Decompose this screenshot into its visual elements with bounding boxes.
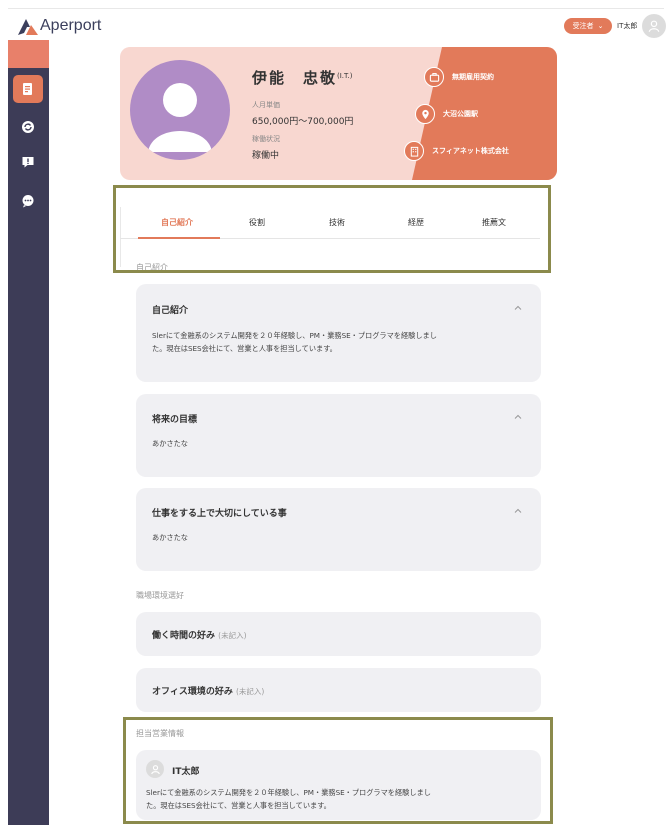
accordion-body: Slerにて金融系のシステム開発を２０年経験し、PM・業務SE・プログラマを経験… [152,329,532,355]
user-avatar[interactable] [642,14,666,38]
profile-avatar [130,60,230,160]
highlight-frame-tabs [113,185,551,273]
top-bar: Aperport 受注者 ⌄ IT太郎 [8,8,666,40]
person-silhouette-icon [148,83,212,152]
building-icon [404,141,424,161]
body-line: た。現在はSES会社にて、営業と人事を担当しています。 [152,344,337,353]
sidebar-top-block [8,40,49,68]
accordion-self-intro[interactable]: 自己紹介 Slerにて金融系のシステム開発を２０年経験し、PM・業務SE・プログ… [136,284,541,382]
unfilled-note: (未記入) [235,687,265,696]
company-name: スフィアネット株式会社 [432,147,509,155]
body-line: Slerにて金融系のシステム開発を２０年経験し、PM・業務SE・プログラマを経験… [152,331,437,340]
user-name: IT太郎 [617,22,638,30]
accordion-future-goal[interactable]: 将来の目標 あかさたな [136,394,541,477]
message-icon [22,195,34,208]
contract-info: 無期雇用契約 [424,67,494,87]
unit-price-value: 650,000円〜700,000円 [252,117,354,127]
chevron-up-icon[interactable] [513,412,523,422]
role-dropdown[interactable]: 受注者 ⌄ [564,18,612,34]
chevron-up-icon[interactable] [513,506,523,516]
nearest-station: 大沼公園駅 [443,110,478,118]
app-name: Aperport [40,17,102,34]
main-content: 伊能 忠敬 (I.T.) 人月単価 650,000円〜700,000円 稼働状況… [120,40,557,825]
status-value: 稼働中 [252,151,280,161]
chevron-down-icon: ⌄ [597,22,604,30]
sidebar-item-messages[interactable] [13,187,43,215]
unit-price-label: 人月単価 [252,101,280,109]
highlight-frame-sales [123,717,553,824]
pref-title: オフィス環境の好み (未記入) [152,684,264,697]
chevron-up-icon[interactable] [513,303,523,313]
profile-card: 伊能 忠敬 (I.T.) 人月単価 650,000円〜700,000円 稼働状況… [120,47,557,180]
station-info: 大沼公園駅 [415,104,478,124]
pref-title-text: 働く時間の好み [152,631,216,641]
accordion-title: 自己紹介 [152,306,189,316]
section-title-workplace: 職場環境選好 [136,591,184,600]
pref-office-environment[interactable]: オフィス環境の好み (未記入) [136,668,541,712]
briefcase-icon [424,67,444,87]
app-logo[interactable]: Aperport [18,17,101,35]
pref-working-hours[interactable]: 働く時間の好み (未記入) [136,612,541,656]
user-icon [648,20,660,32]
accordion-work-values[interactable]: 仕事をする上で大切にしている事 あかさたな [136,488,541,571]
company-info: スフィアネット株式会社 [404,141,509,161]
accordion-body: あかさたな [152,533,188,542]
accordion-title: 仕事をする上で大切にしている事 [152,509,287,519]
sidebar-item-sync[interactable] [13,113,43,141]
location-pin-icon [415,104,435,124]
sidebar-item-alerts[interactable] [13,148,43,176]
sidebar-item-documents[interactable] [13,75,43,103]
status-label: 稼働状況 [252,135,280,143]
document-icon [23,83,32,95]
role-label: 受注者 [572,22,594,30]
sidebar [8,40,49,825]
pref-title-text: オフィス環境の好み [152,687,233,697]
accordion-body: あかさたな [152,439,188,448]
profile-name: 伊能 忠敬 [252,69,338,87]
unfilled-note: (未記入) [218,631,247,640]
chat-alert-icon [22,157,34,168]
accordion-title: 将来の目標 [152,415,198,425]
aperport-logo-icon [18,19,38,35]
contract-type: 無期雇用契約 [452,73,494,81]
profile-initials: (I.T.) [337,72,353,80]
pref-title: 働く時間の好み (未記入) [152,628,247,641]
sync-icon [22,121,34,133]
